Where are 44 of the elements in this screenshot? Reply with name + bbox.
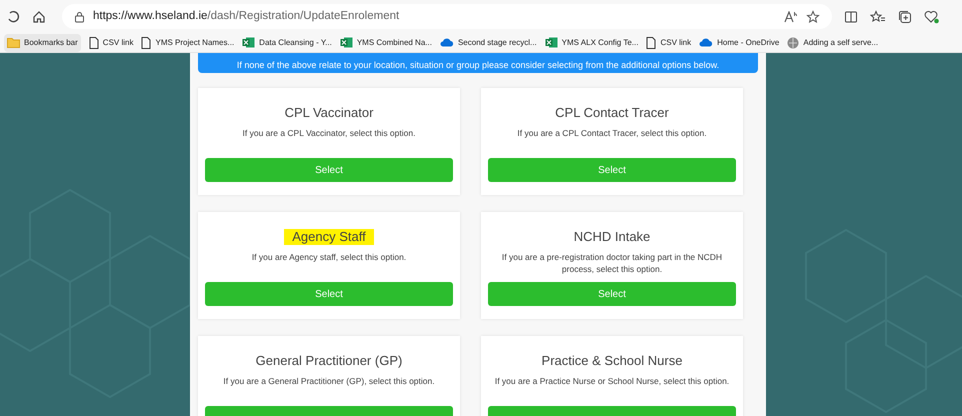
bookmark-link[interactable]: YMS ALX Config Te... <box>544 34 638 52</box>
option-description: If you are a CPL Vaccinator, select this option. <box>242 127 416 139</box>
folder-icon <box>7 37 20 48</box>
option-description: If you are Agency staff, select this option. <box>252 251 406 263</box>
option-title: CPL Vaccinator <box>284 105 374 121</box>
option-title: General Practitioner (GP) <box>254 353 404 369</box>
collections-icon[interactable] <box>898 10 912 24</box>
read-aloud-icon[interactable] <box>784 10 798 22</box>
bookmark-link[interactable]: CSV link <box>88 34 134 52</box>
lock-icon <box>74 10 85 22</box>
spreadsheet-icon <box>340 37 353 48</box>
health-icon[interactable] <box>924 10 940 24</box>
split-screen-icon[interactable] <box>844 10 858 24</box>
bookmark-link[interactable]: Home - OneDrive <box>699 34 780 52</box>
bookmark-link[interactable]: YMS Project Names... <box>141 34 234 52</box>
option-description: If you are a Practice Nurse or School Nurse, select this option. <box>494 375 730 387</box>
page-icon <box>141 36 152 48</box>
option-title: CPL Contact Tracer <box>554 105 670 121</box>
favorites-icon[interactable] <box>870 10 886 24</box>
globe-icon <box>787 36 800 48</box>
bookmarks-folder[interactable]: Bookmarks bar <box>4 34 81 52</box>
spreadsheet-icon <box>544 37 558 48</box>
url-text: https://www.hseland.ie/dash/Registration/UpdateEnrolement <box>93 8 400 24</box>
address-bar[interactable]: https://www.hseland.ie/dash/Registration/UpdateEnrolement <box>62 4 832 29</box>
bookmark-link[interactable]: Data Cleansing - Y... <box>242 34 332 52</box>
option-description: If you are a General Practitioner (GP), select this option. <box>223 375 435 387</box>
refresh-icon[interactable] <box>8 10 20 24</box>
option-title: Agency Staff <box>284 229 374 245</box>
option-description: If you are a pre-registration doctor taking part in the NCDH process, select this option. <box>500 251 724 275</box>
info-banner-text: If none of the above relate to your location, situation or group please consider selecting from the additional options below. <box>236 60 720 70</box>
cloud-icon <box>440 38 454 47</box>
spreadsheet-icon <box>242 37 256 48</box>
cloud-icon <box>699 38 714 47</box>
star-icon[interactable] <box>806 10 820 24</box>
option-title: NCHD Intake <box>572 229 652 245</box>
bookmark-link[interactable]: CSV link <box>646 34 692 52</box>
page-icon <box>88 36 99 48</box>
bookmark-link[interactable]: Adding a self serve... <box>787 34 878 52</box>
bookmark-link[interactable]: Second stage recycl... <box>440 34 537 52</box>
option-title: Practice & School Nurse <box>540 353 684 369</box>
option-description: If you are a CPL Contact Tracer, select this option. <box>517 127 707 139</box>
bookmark-link[interactable]: YMS Combined Na... <box>340 34 432 52</box>
home-icon[interactable] <box>32 10 46 24</box>
page-icon <box>646 36 656 48</box>
